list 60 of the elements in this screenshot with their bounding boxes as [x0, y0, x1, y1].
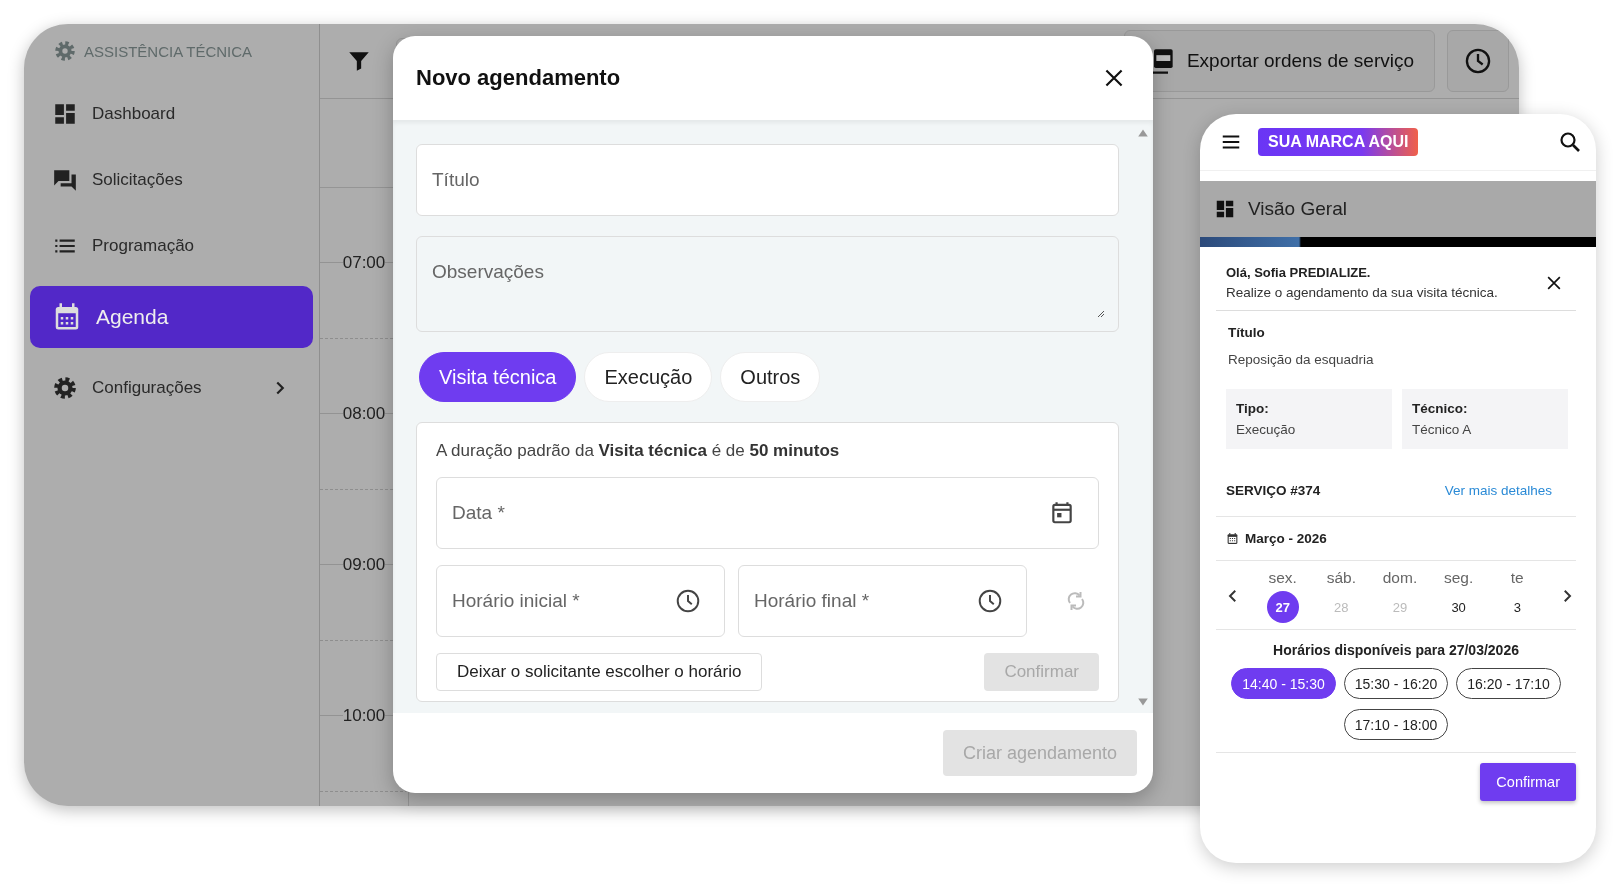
sidebar-item[interactable]: Dashboard: [30, 88, 313, 140]
clock-icon[interactable]: [977, 588, 1003, 614]
notes-field[interactable]: Observações: [416, 236, 1119, 332]
time-slot[interactable]: 14:40 - 15:30: [1231, 668, 1336, 699]
export-button[interactable]: Exportar ordens de serviço: [1123, 30, 1435, 92]
weekday-label: sex.: [1268, 569, 1297, 587]
month-label: Março - 2026: [1245, 531, 1327, 546]
details-link[interactable]: Ver mais detalhes: [1444, 483, 1552, 498]
info-value: Técnico A: [1412, 422, 1473, 437]
duration-note: A duração padrão da Visita técnica é de 50 minutos: [436, 441, 841, 461]
confirm-button[interactable]: Confirmar: [1480, 763, 1576, 801]
dashboard-icon: [1214, 198, 1236, 220]
scroll-down-icon[interactable]: [1137, 697, 1149, 707]
resize-handle-icon[interactable]: [1095, 308, 1105, 318]
info-label: Tipo:: [1236, 401, 1270, 416]
time-slot[interactable]: 16:20 - 17:10: [1456, 668, 1561, 699]
gear-icon: [52, 38, 78, 64]
calendar-icon[interactable]: [1049, 500, 1075, 526]
calendar-icon: [1226, 532, 1239, 545]
info-value: Execução: [1236, 422, 1297, 437]
time-slot[interactable]: 15:30 - 16:20: [1343, 668, 1449, 699]
brand-logo: SUA MARCA AQUI: [1258, 128, 1419, 156]
weekday-label: sáb.: [1326, 569, 1356, 587]
weekday-label: te: [1510, 569, 1524, 587]
type-tab[interactable]: Outros: [720, 352, 821, 402]
sidebar-item[interactable]: Configurações: [30, 362, 313, 414]
service-number: SERVIÇO #374: [1226, 483, 1321, 498]
dialog-title: Novo agendamento: [416, 65, 621, 91]
day-number[interactable]: 3: [1501, 591, 1534, 623]
greeting-message: Realize o agendamento da sua visita técnica.: [1226, 285, 1498, 300]
title-label: Título: [1228, 325, 1266, 340]
dashboard-icon: [52, 101, 78, 127]
title-field[interactable]: Título: [416, 144, 1119, 216]
day-number[interactable]: 30: [1442, 591, 1475, 623]
clock-icon[interactable]: [675, 588, 701, 614]
requester-choice-button[interactable]: Deixar o solicitante escolher o horário: [436, 653, 763, 691]
title-value: Reposição da esquadria: [1228, 352, 1375, 367]
type-tab[interactable]: Execução: [584, 352, 713, 402]
search-icon[interactable]: [1558, 130, 1582, 154]
weekday-label: dom.: [1382, 569, 1418, 587]
start-time-field[interactable]: Horário inicial *: [436, 565, 725, 637]
slots-title: Horários disponíveis para 27/03/2026: [1272, 642, 1520, 658]
scroll-up-icon[interactable]: [1137, 128, 1149, 138]
sidebar-item[interactable]: Programação: [30, 220, 313, 272]
gear-icon: [52, 375, 78, 401]
time-slot[interactable]: 17:10 - 18:00: [1343, 709, 1449, 740]
page-title: Visão Geral: [1248, 198, 1347, 220]
chat-icon: [52, 167, 78, 193]
clock-icon: [1464, 47, 1492, 75]
type-tab[interactable]: Visita técnica: [419, 352, 577, 402]
info-label: Técnico:: [1412, 401, 1469, 416]
end-time-field[interactable]: Horário final *: [738, 565, 1027, 637]
sidebar-item[interactable]: Solicitações: [30, 154, 313, 206]
app-brand: ASSISTÊNCIA TÉCNICA: [84, 42, 253, 60]
history-button[interactable]: [1447, 30, 1509, 92]
greeting: Olá, Sofia PREDIALIZE.: [1226, 265, 1372, 280]
sidebar-item[interactable]: Agenda: [30, 286, 313, 348]
weekday-label: seg.: [1443, 569, 1474, 587]
date-field[interactable]: Data *: [436, 477, 1099, 549]
day-number[interactable]: 27: [1266, 591, 1299, 623]
